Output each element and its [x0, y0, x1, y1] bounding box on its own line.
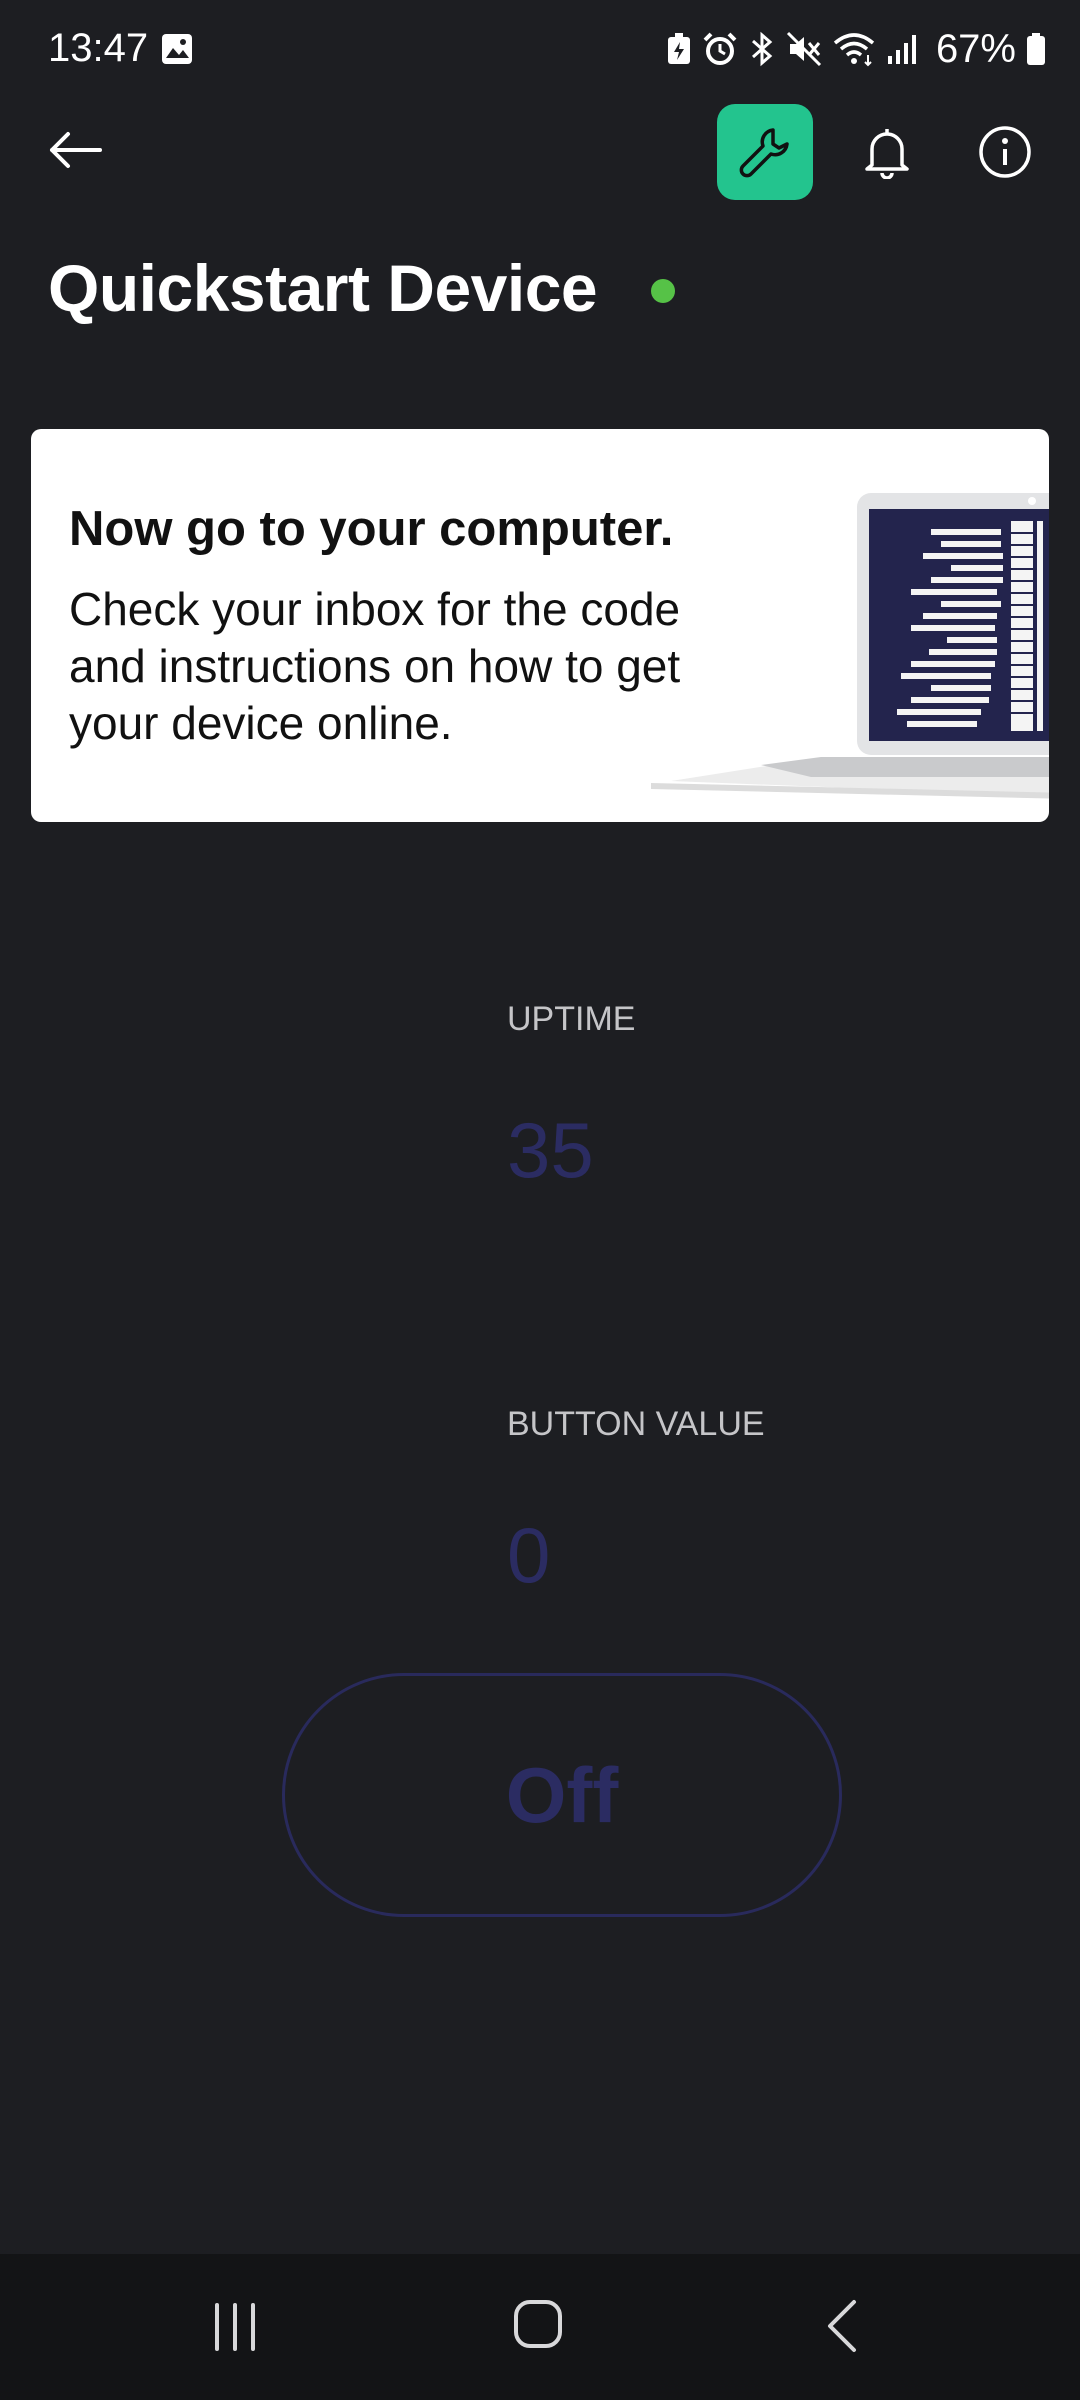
status-icons: 67% [666, 24, 1046, 74]
back-icon[interactable] [818, 2298, 868, 2354]
gallery-icon [162, 34, 192, 64]
wrench-icon [739, 128, 789, 178]
laptop-illustration [651, 493, 1049, 799]
status-time: 13:47 [48, 26, 149, 70]
recents-icon[interactable] [205, 2299, 265, 2355]
online-status-dot [651, 279, 675, 303]
page-title: Quickstart Device [48, 251, 598, 325]
status-bar: 13:47 67% [0, 0, 1080, 100]
home-icon[interactable] [512, 2298, 564, 2350]
battery-saver-icon [667, 33, 690, 64]
back-button[interactable] [40, 120, 110, 180]
uptime-value: 35 [507, 1106, 594, 1194]
device-settings-button[interactable] [717, 104, 813, 200]
onboarding-banner[interactable]: Now go to your computer. Check your inbo… [31, 429, 1049, 822]
back-arrow-icon [50, 132, 102, 168]
wifi-icon [833, 33, 875, 67]
switch-label: Off [505, 1750, 619, 1839]
signal-icon [887, 35, 916, 64]
system-nav-bar [0, 2254, 1080, 2400]
button-value-value: 0 [507, 1511, 551, 1599]
banner-heading: Now go to your computer. [69, 502, 674, 556]
alarm-icon [703, 32, 737, 65]
bluetooth-icon [751, 31, 773, 67]
notifications-button[interactable] [855, 120, 919, 184]
bell-icon [865, 129, 909, 179]
device-info-button[interactable] [970, 120, 1040, 184]
battery-icon [1027, 33, 1045, 65]
switch-button[interactable]: Off [282, 1673, 842, 1917]
battery-percentage: 67% [935, 26, 1016, 71]
mute-icon [786, 31, 821, 67]
uptime-label: UPTIME [507, 1000, 636, 1038]
info-icon [979, 126, 1031, 178]
button-value-label: BUTTON VALUE [507, 1405, 765, 1443]
